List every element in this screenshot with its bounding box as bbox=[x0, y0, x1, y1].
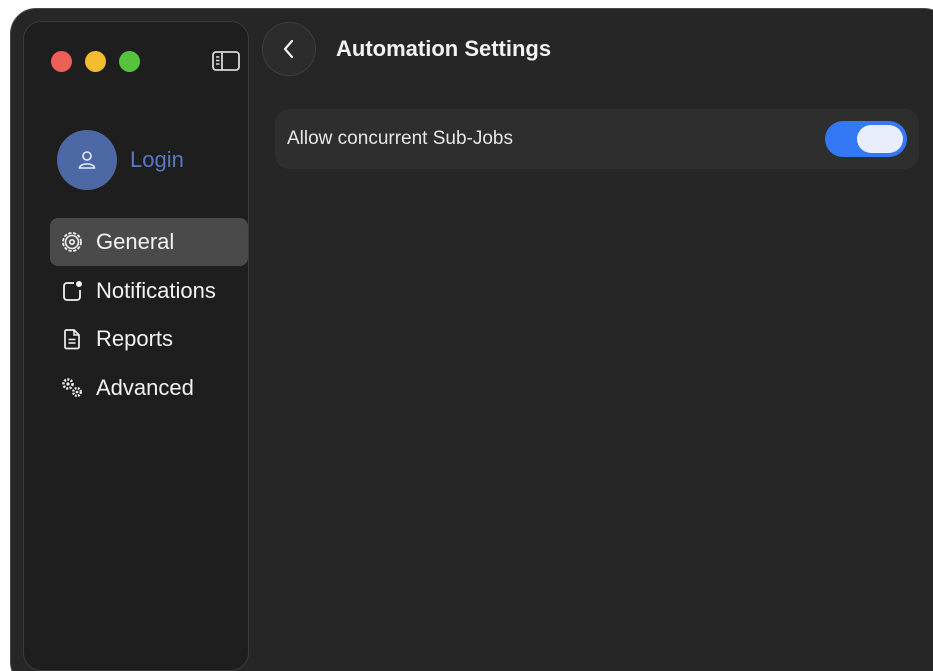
concurrent-subjobs-toggle[interactable] bbox=[825, 121, 907, 157]
header: Automation Settings bbox=[262, 21, 551, 77]
chevron-left-icon bbox=[283, 39, 294, 59]
document-icon bbox=[60, 327, 84, 351]
setting-row-concurrent-subjobs: Allow concurrent Sub-Jobs bbox=[275, 109, 919, 169]
gears-icon bbox=[60, 376, 84, 400]
sidebar-nav: General Notifications Reports Advanced bbox=[50, 218, 248, 412]
window-controls bbox=[51, 51, 140, 72]
sidebar-icon bbox=[212, 51, 240, 71]
sidebar-item-label: General bbox=[96, 229, 175, 254]
login-label: Login bbox=[130, 147, 184, 172]
sidebar-item-label: Reports bbox=[96, 326, 174, 351]
page-title: Automation Settings bbox=[336, 36, 552, 61]
avatar bbox=[57, 130, 117, 190]
toggle-knob bbox=[857, 125, 903, 153]
sidebar-item-general[interactable]: General bbox=[50, 218, 248, 266]
settings-window: Login General Notifications Reports Adva… bbox=[10, 8, 933, 671]
minimize-window-button[interactable] bbox=[85, 51, 106, 72]
sidebar: Login General Notifications Reports Adva… bbox=[23, 21, 249, 671]
notification-badge-icon bbox=[60, 279, 84, 303]
user-icon bbox=[78, 151, 96, 169]
sidebar-toggle-button[interactable] bbox=[211, 49, 241, 73]
back-button[interactable] bbox=[262, 22, 316, 76]
sidebar-item-notifications[interactable]: Notifications bbox=[50, 267, 248, 315]
zoom-window-button[interactable] bbox=[119, 51, 140, 72]
close-window-button[interactable] bbox=[51, 51, 72, 72]
sidebar-item-label: Advanced bbox=[96, 374, 194, 400]
sidebar-item-advanced[interactable]: Advanced bbox=[50, 364, 248, 412]
sidebar-item-reports[interactable]: Reports bbox=[50, 315, 248, 363]
setting-label: Allow concurrent Sub-Jobs bbox=[287, 128, 513, 149]
login-button[interactable]: Login bbox=[57, 130, 184, 190]
sidebar-item-label: Notifications bbox=[96, 277, 216, 303]
gear-icon bbox=[60, 230, 84, 254]
